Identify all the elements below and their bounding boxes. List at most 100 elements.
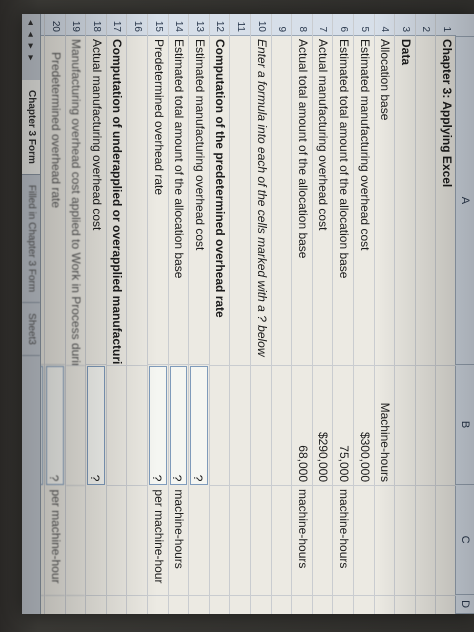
cell-d[interactable] <box>436 596 456 614</box>
cell-c[interactable] <box>415 486 436 596</box>
cell-d[interactable] <box>107 596 127 614</box>
row-number[interactable]: 20 <box>45 14 65 36</box>
select-all-corner[interactable] <box>456 14 474 37</box>
cell-a[interactable]: Data <box>395 36 415 366</box>
cell-d[interactable] <box>86 596 106 614</box>
column-header-d[interactable]: D <box>456 595 474 614</box>
cell-a[interactable]: Actual total amount of the allocation ba… <box>292 36 312 366</box>
cell-b[interactable] <box>251 366 271 486</box>
cell-c[interactable]: machine-hours <box>292 486 312 596</box>
cell-a[interactable]: Predetermined overhead rate <box>45 35 65 365</box>
cell-c[interactable] <box>65 486 86 596</box>
row-number[interactable]: 18 <box>86 14 106 36</box>
sheet-tab-sheet3[interactable]: Sheet3 <box>22 303 40 356</box>
row-number[interactable]: 12 <box>209 14 230 36</box>
cell-d[interactable] <box>148 596 168 614</box>
column-header-b[interactable]: B <box>456 365 474 486</box>
row-number[interactable]: 11 <box>230 14 251 36</box>
cell-d[interactable] <box>416 596 436 614</box>
sheet-tab-chapter-3-form[interactable]: Chapter 3 Form <box>22 80 40 175</box>
row-number[interactable]: 13 <box>189 14 209 36</box>
cell-c[interactable] <box>189 486 209 597</box>
cell-a[interactable] <box>271 36 292 366</box>
cell-a[interactable]: Actual manufacturing overhead cost <box>312 36 333 366</box>
cell-b[interactable] <box>65 366 86 486</box>
cell-d[interactable] <box>189 596 209 614</box>
cell-c[interactable] <box>354 486 374 596</box>
cell-d[interactable] <box>210 596 230 614</box>
column-header-a[interactable]: A <box>456 36 474 366</box>
cell-a[interactable]: Computation of underapplied or overappli… <box>106 36 127 366</box>
tab-scroll-arrows[interactable]: ◂ ◂ ▸ ▸ <box>26 14 37 80</box>
answer-cell-b[interactable]: ? <box>87 365 105 486</box>
cell-b[interactable] <box>106 366 127 486</box>
row-number[interactable]: 5 <box>354 14 374 36</box>
cell-c[interactable] <box>209 486 230 596</box>
cell-c[interactable] <box>271 486 292 596</box>
cell-d[interactable] <box>45 596 65 614</box>
row-number[interactable]: 3 <box>395 14 415 36</box>
cell-c[interactable]: machine-hours <box>168 486 189 597</box>
row-number[interactable]: 17 <box>106 14 127 36</box>
row-number[interactable]: 15 <box>148 14 168 36</box>
answer-cell-b[interactable]: ? <box>169 365 188 486</box>
cell-d[interactable] <box>333 596 353 614</box>
cell-b[interactable] <box>230 366 251 486</box>
cell-b[interactable] <box>415 366 436 486</box>
cell-c[interactable]: machine-hours <box>333 486 354 596</box>
cell-a[interactable]: Actual manufacturing overhead cost <box>86 35 106 365</box>
cell-d[interactable] <box>375 596 395 614</box>
row-number[interactable]: 6 <box>333 14 354 36</box>
cell-d[interactable] <box>66 596 86 614</box>
cell-a[interactable] <box>127 36 148 366</box>
column-header-c[interactable]: C <box>456 485 474 596</box>
cell-d[interactable] <box>292 596 312 614</box>
cell-c[interactable] <box>106 486 127 596</box>
cell-d[interactable] <box>354 596 374 614</box>
cell-b[interactable] <box>209 366 230 486</box>
cell-a[interactable]: Predetermined overhead rate <box>148 35 168 365</box>
row-number[interactable]: 7 <box>312 14 333 36</box>
cell-a[interactable]: Estimated manufacturing overhead cost <box>189 35 209 365</box>
sheet-tab-filled-form[interactable]: Filled in Chapter 3 Form <box>22 174 40 304</box>
row-number[interactable]: 2 <box>415 14 436 36</box>
cell-c[interactable] <box>230 486 251 596</box>
cell-b[interactable] <box>395 366 415 486</box>
cell-d[interactable] <box>313 596 333 614</box>
cell-c[interactable] <box>251 486 271 596</box>
cell-b[interactable]: 68,000 <box>292 366 312 486</box>
cell-c[interactable] <box>127 486 148 596</box>
cell-a[interactable]: Estimated manufacturing overhead cost <box>354 36 374 366</box>
cell-d[interactable] <box>169 596 189 614</box>
row-number[interactable]: 8 <box>292 14 312 36</box>
cell-d[interactable] <box>230 596 250 614</box>
row-number[interactable]: 14 <box>168 14 189 36</box>
answer-cell-b[interactable]: ? <box>190 365 208 486</box>
cell-a[interactable]: Computation of the predetermined overhea… <box>209 36 230 366</box>
cell-d[interactable] <box>128 596 148 614</box>
cell-b[interactable]: Machine-hours <box>374 366 395 486</box>
cell-a[interactable]: Estimated total amount of the allocation… <box>333 36 354 366</box>
cell-d[interactable] <box>251 596 271 614</box>
cell-d[interactable] <box>272 596 292 614</box>
cell-b[interactable] <box>271 366 292 486</box>
row-number[interactable]: 4 <box>374 14 395 36</box>
cell-c[interactable] <box>374 486 395 596</box>
cell-c[interactable] <box>436 486 456 596</box>
cell-a[interactable] <box>415 36 436 366</box>
row-number[interactable]: 9 <box>271 14 292 36</box>
row-number[interactable]: 1 <box>436 14 456 36</box>
cell-c[interactable] <box>86 486 106 597</box>
cell-d[interactable] <box>395 596 415 614</box>
cell-c[interactable] <box>395 486 415 596</box>
cell-a[interactable]: Estimated total amount of the allocation… <box>168 35 189 365</box>
cell-a[interactable]: Manufacturing overhead cost applied to W… <box>65 36 86 366</box>
row-number[interactable]: 19 <box>65 14 86 36</box>
answer-cell-b[interactable]: ? <box>149 365 167 486</box>
cell-b[interactable]: 75,000 <box>333 366 354 486</box>
row-number[interactable]: 10 <box>251 14 271 36</box>
cell-a[interactable]: Allocation base <box>374 36 395 366</box>
cell-c[interactable]: per machine-hour <box>148 486 168 597</box>
cell-c[interactable] <box>312 486 333 596</box>
cell-b[interactable] <box>436 366 456 486</box>
